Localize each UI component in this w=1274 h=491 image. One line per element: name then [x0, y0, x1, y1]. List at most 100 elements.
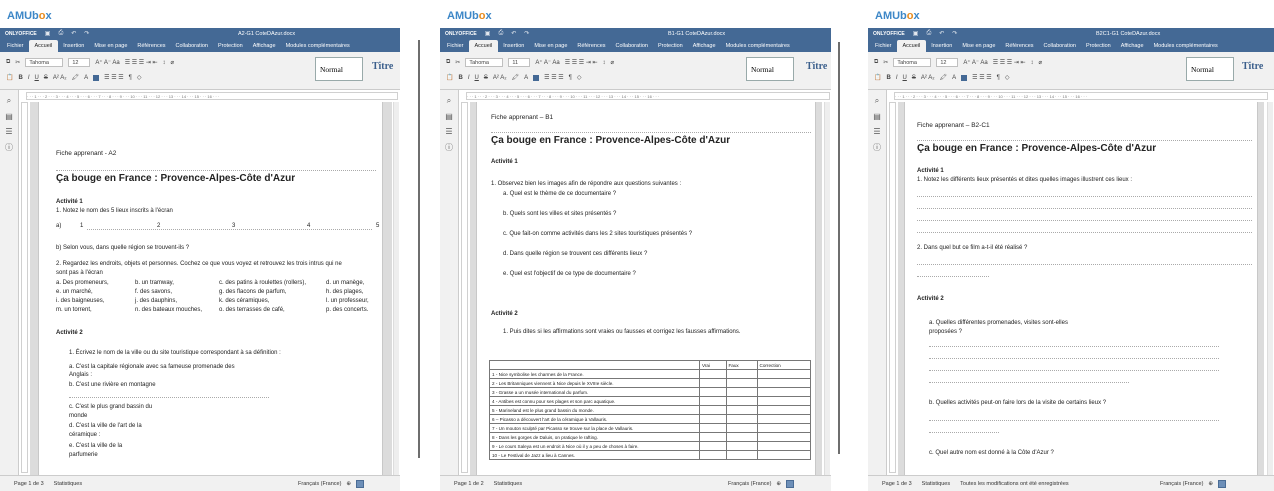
font-name-select[interactable]: Tahoma [893, 58, 932, 67]
save-icon[interactable]: ▣ [913, 30, 919, 37]
undo-icon[interactable]: ↶ [71, 30, 76, 37]
highlight-icon[interactable]: 🖍 [940, 74, 948, 81]
copy-icon[interactable]: ⧉ [446, 59, 450, 66]
amubox-logo[interactable]: AMUbox [0, 0, 400, 28]
font-grow-icon[interactable]: A⁺ A⁻ Aa [535, 59, 559, 66]
save-icon[interactable]: ▣ [485, 30, 491, 37]
line-spacing-icon[interactable]: ↕ [163, 60, 166, 66]
horizontal-ruler[interactable]: · · · 1 · · · 2 · · · 3 · · · 4 · · · 5 … [26, 92, 398, 100]
line-spacing-icon[interactable]: ↕ [603, 60, 606, 66]
vertical-ruler[interactable] [21, 102, 28, 473]
comments-icon[interactable]: ▤ [440, 112, 458, 121]
search-icon[interactable]: ⌕ [868, 96, 886, 106]
print-icon[interactable]: ⎙ [58, 30, 63, 37]
document-area[interactable]: Fiche apprenant – B1 Ça bouge en France … [470, 102, 822, 475]
vrai-cell[interactable] [699, 396, 727, 406]
faux-cell[interactable] [725, 405, 758, 415]
document-area[interactable]: Fiche apprenant – B2-C1 Ça bouge en Fran… [898, 102, 1264, 475]
font-name-select[interactable]: Tahoma [465, 58, 504, 67]
undo-icon[interactable]: ↶ [939, 30, 944, 37]
superscript-icon[interactable]: A² A₂ [53, 75, 67, 81]
faux-cell[interactable] [725, 450, 758, 460]
redo-icon[interactable]: ↷ [524, 30, 529, 37]
correction-cell[interactable] [756, 441, 812, 451]
page-indicator[interactable]: Page 1 de 3 [882, 481, 912, 487]
shading-icon[interactable]: ◇ [1005, 74, 1010, 81]
menu-modules[interactable]: Modules complémentaires [1149, 43, 1223, 52]
vrai-cell[interactable] [699, 405, 727, 415]
clear-format-icon[interactable]: ⌀ [1039, 59, 1043, 66]
table-row[interactable]: 7 - Un mouton sculpté par Picasso se tro… [489, 423, 812, 433]
fit-page-icon[interactable] [786, 479, 795, 488]
menu-accueil[interactable]: Accueil [28, 40, 59, 52]
menu-accueil[interactable]: Accueil [896, 40, 927, 52]
italic-icon[interactable]: I [896, 75, 898, 81]
menu-mise-en-page[interactable]: Mise en page [89, 43, 132, 52]
correction-cell[interactable] [756, 405, 812, 415]
navigation-icon[interactable]: ☰ [0, 127, 18, 136]
vertical-ruler[interactable] [889, 102, 896, 473]
superscript-icon[interactable]: A² A₂ [493, 75, 507, 81]
font-color-icon[interactable]: A [952, 75, 956, 81]
table-row[interactable]: 5 - Marineland est le plus grand bassin … [489, 405, 812, 415]
menu-affichage[interactable]: Affichage [248, 43, 281, 52]
align-icons[interactable]: ☰ ☰ ☰ [972, 74, 991, 81]
menu-references[interactable]: Références [1000, 43, 1038, 52]
underline-icon[interactable]: U [475, 75, 479, 81]
vrai-cell[interactable] [699, 387, 727, 397]
font-color-icon[interactable]: A [524, 75, 528, 81]
info-icon[interactable]: ⓘ [0, 142, 18, 153]
info-icon[interactable]: ⓘ [868, 142, 886, 153]
faux-cell[interactable] [725, 387, 758, 397]
horizontal-ruler[interactable]: · · · 1 · · · 2 · · · 3 · · · 4 · · · 5 … [466, 92, 830, 100]
correction-cell[interactable] [756, 432, 812, 442]
paragraph-icon[interactable]: ¶ [569, 75, 572, 81]
menu-affichage[interactable]: Affichage [688, 43, 721, 52]
strike-icon[interactable]: S [44, 75, 48, 81]
menu-affichage[interactable]: Affichage [1116, 43, 1149, 52]
table-row[interactable]: 9 - Le cours Saleya est un endroit à Nic… [489, 441, 812, 451]
vrai-cell[interactable] [699, 378, 727, 388]
font-size-select[interactable]: 11 [508, 58, 531, 67]
fit-page-icon[interactable] [356, 479, 365, 488]
document-area[interactable]: Fiche apprenant - A2 Ça bouge en France … [30, 102, 392, 475]
document-page[interactable]: Fiche apprenant – B2-C1 Ça bouge en Fran… [904, 102, 1258, 475]
bullet-list-icon[interactable]: ☰ ☰ ☰ ⇥ ⇤ [125, 59, 158, 66]
vertical-ruler[interactable] [461, 102, 468, 473]
menu-mise-en-page[interactable]: Mise en page [957, 43, 1000, 52]
correction-cell[interactable] [756, 369, 812, 379]
superscript-icon[interactable]: A² A₂ [921, 75, 935, 81]
vrai-cell[interactable] [699, 441, 727, 451]
menu-insertion[interactable]: Insertion [498, 43, 529, 52]
document-page[interactable]: Fiche apprenant – B1 Ça bouge en France … [476, 102, 816, 475]
bold-icon[interactable]: B [458, 75, 462, 81]
amubox-logo[interactable]: AMUbox [440, 0, 831, 28]
menu-protection[interactable]: Protection [1081, 43, 1116, 52]
vrai-cell[interactable] [699, 432, 727, 442]
underline-icon[interactable]: U [35, 75, 39, 81]
menu-insertion[interactable]: Insertion [926, 43, 957, 52]
paste-icon[interactable]: 📋 [6, 74, 13, 81]
table-row[interactable]: 4 - Antibes est connu pour ses plages et… [489, 396, 812, 406]
highlight-icon[interactable]: 🖍 [512, 74, 520, 81]
italic-icon[interactable]: I [468, 75, 470, 81]
statistics-button[interactable]: Statistiques [922, 481, 950, 487]
cut-icon[interactable]: ✂ [883, 59, 888, 66]
menu-mise-en-page[interactable]: Mise en page [529, 43, 572, 52]
language-select[interactable]: Français (France) [298, 481, 341, 487]
strike-icon[interactable]: S [484, 75, 488, 81]
font-name-select[interactable]: Tahoma [25, 58, 64, 67]
menu-references[interactable]: Références [132, 43, 170, 52]
menu-protection[interactable]: Protection [213, 43, 248, 52]
vertical-scrollbar[interactable] [1267, 102, 1273, 475]
globe-icon[interactable]: ⊕ [346, 481, 351, 487]
align-left-icon[interactable] [961, 74, 968, 81]
bullet-list-icon[interactable]: ☰ ☰ ☰ ⇥ ⇤ [565, 59, 598, 66]
paragraph-icon[interactable]: ¶ [997, 75, 1000, 81]
menu-insertion[interactable]: Insertion [58, 43, 89, 52]
info-icon[interactable]: ⓘ [440, 142, 458, 153]
print-icon[interactable]: ⎙ [498, 30, 503, 37]
redo-icon[interactable]: ↷ [952, 30, 957, 37]
undo-icon[interactable]: ↶ [511, 30, 516, 37]
style-titre[interactable]: Titre [372, 61, 393, 72]
